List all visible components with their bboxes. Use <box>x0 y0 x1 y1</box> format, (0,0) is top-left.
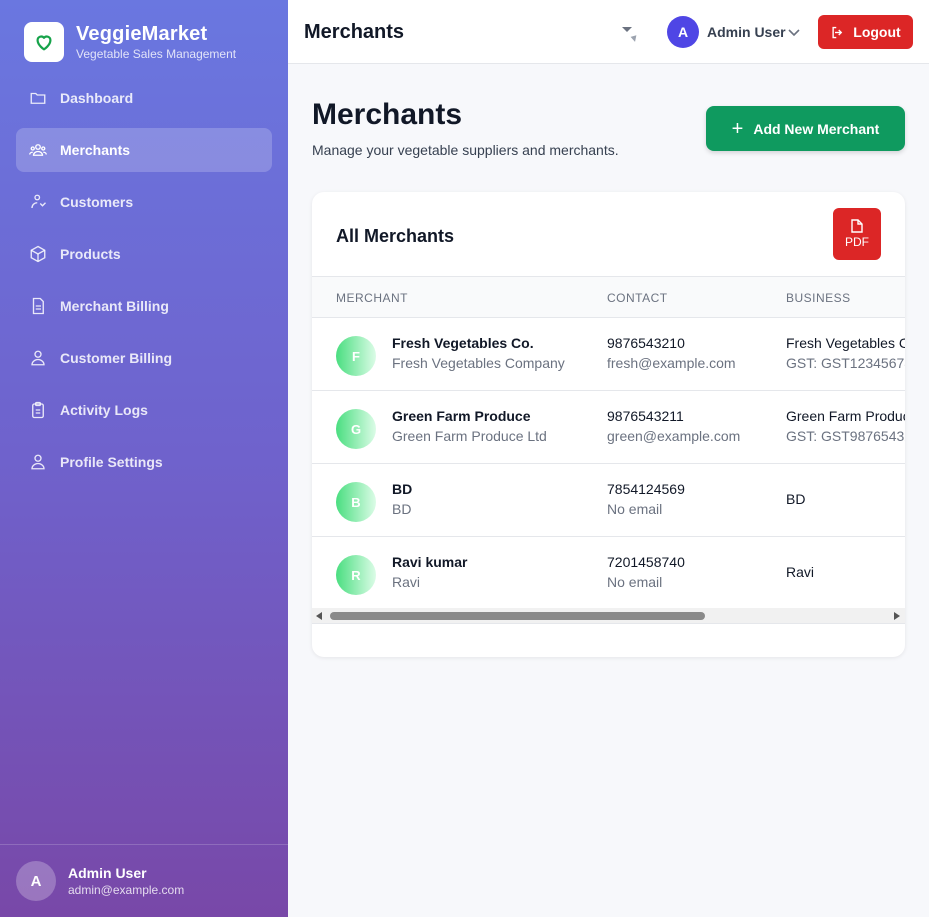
merchant-name: BD <box>392 481 413 497</box>
merchant-phone: 9876543211 <box>607 408 684 424</box>
logout-button[interactable]: Logout <box>818 15 913 49</box>
document-icon <box>28 296 48 316</box>
merchant-email: fresh@example.com <box>607 355 736 371</box>
merchant-company: Ravi <box>392 574 421 590</box>
sidebar-item-label: Customers <box>60 194 134 210</box>
table-row[interactable]: R Ravi kumar Ravi 7201458740 No email Ra… <box>312 537 905 608</box>
merchant-name: Ravi kumar <box>392 554 468 570</box>
export-pdf-button[interactable]: PDF <box>833 208 881 260</box>
sidebar-item-profile-settings[interactable]: Profile Settings <box>16 440 272 484</box>
sidebar-item-label: Products <box>60 246 121 262</box>
sidebar-user-email: admin@example.com <box>68 883 185 897</box>
sidebar-item-products[interactable]: Products <box>16 232 272 276</box>
merchant-avatar: R <box>336 555 376 595</box>
sidebar-item-label: Profile Settings <box>60 454 163 470</box>
user-menu-name[interactable]: Admin User <box>707 24 786 40</box>
horizontal-scrollbar[interactable] <box>312 608 905 624</box>
merchant-phone: 7854124569 <box>607 481 685 497</box>
sidebar-item-label: Merchants <box>60 142 131 158</box>
avatar: A <box>16 861 56 901</box>
sidebar-user-name: Admin User <box>68 865 147 881</box>
page-title: Merchants <box>312 98 463 131</box>
card-header: All Merchants PDF <box>312 192 905 277</box>
brand-title: VeggieMarket <box>76 23 208 45</box>
user-icon <box>28 452 48 472</box>
filter-icon[interactable] <box>620 24 640 44</box>
column-header-contact[interactable]: CONTACT <box>607 291 668 305</box>
scroll-left-arrow-icon[interactable] <box>316 612 322 620</box>
brand[interactable]: VeggieMarket Vegetable Sales Management <box>24 22 236 62</box>
add-merchant-button[interactable]: + Add New Merchant <box>706 106 905 151</box>
sidebar-item-label: Dashboard <box>60 90 134 106</box>
merchant-company: Fresh Vegetables Company <box>392 355 565 371</box>
user-icon <box>28 348 48 368</box>
table-row[interactable]: F Fresh Vegetables Co. Fresh Vegetables … <box>312 318 905 391</box>
merchant-company: Green Farm Produce Ltd <box>392 428 547 444</box>
merchant-company: BD <box>392 501 412 517</box>
sidebar-item-dashboard[interactable]: Dashboard <box>16 76 272 120</box>
topbar: Merchants A Admin User Logout <box>288 0 929 64</box>
sidebar-item-customer-billing[interactable]: Customer Billing <box>16 336 272 380</box>
table-row[interactable]: G Green Farm Produce Green Farm Produce … <box>312 391 905 464</box>
table-header: MERCHANT CONTACT BUSINESS <box>312 277 905 318</box>
brand-subtitle: Vegetable Sales Management <box>76 47 237 61</box>
sidebar: VeggieMarket Vegetable Sales Management … <box>0 0 288 917</box>
sidebar-item-merchants[interactable]: Merchants <box>16 128 272 172</box>
scrollbar-thumb[interactable] <box>330 612 705 620</box>
merchant-gst: GST: GST987654321 <box>786 428 905 444</box>
page-subtitle: Manage your vegetable suppliers and merc… <box>312 142 619 158</box>
merchant-email: green@example.com <box>607 428 741 444</box>
folder-icon <box>28 88 48 108</box>
file-icon <box>851 219 863 233</box>
chevron-down-icon[interactable] <box>787 25 801 39</box>
avatar[interactable]: A <box>667 16 699 48</box>
column-header-business[interactable]: BUSINESS <box>786 291 851 305</box>
pdf-label: PDF <box>845 235 869 249</box>
card-title: All Merchants <box>336 226 455 246</box>
topbar-title: Merchants <box>304 21 405 43</box>
sidebar-nav: Dashboard Merchants Customers Products M… <box>16 76 272 492</box>
merchant-business: Green Farm Produce <box>786 408 905 424</box>
sidebar-item-merchant-billing[interactable]: Merchant Billing <box>16 284 272 328</box>
sidebar-item-label: Activity Logs <box>60 402 148 418</box>
merchant-business: Fresh Vegetables Co. <box>786 335 905 351</box>
merchant-business: Ravi <box>786 564 815 580</box>
merchant-avatar: F <box>336 336 376 376</box>
merchant-email: No email <box>607 574 663 590</box>
cube-icon <box>28 244 48 264</box>
heart-icon <box>24 22 64 62</box>
merchant-name: Green Farm Produce <box>392 408 531 424</box>
column-header-merchant[interactable]: MERCHANT <box>336 291 408 305</box>
clipboard-icon <box>28 400 48 420</box>
merchant-avatar: G <box>336 409 376 449</box>
merchant-phone: 7201458740 <box>607 554 685 570</box>
merchant-name: Fresh Vegetables Co. <box>392 335 534 351</box>
add-merchant-label: Add New Merchant <box>753 120 880 137</box>
table-row[interactable]: B BD BD 7854124569 No email BD <box>312 464 905 537</box>
scroll-right-arrow-icon[interactable] <box>894 612 900 620</box>
users-group-icon <box>28 140 48 160</box>
merchant-phone: 9876543210 <box>607 335 685 351</box>
logout-label: Logout <box>853 24 901 40</box>
sidebar-user-panel[interactable]: A Admin User admin@example.com <box>0 844 288 917</box>
merchant-gst: GST: GST123456789 <box>786 355 905 371</box>
merchant-email: No email <box>607 501 663 517</box>
merchant-business: BD <box>786 491 806 507</box>
sidebar-item-label: Merchant Billing <box>60 298 169 314</box>
sidebar-item-label: Customer Billing <box>60 350 173 366</box>
logout-icon <box>832 26 843 38</box>
merchant-avatar: B <box>336 482 376 522</box>
merchants-card: All Merchants PDF MERCHANT CONTACT BUSIN… <box>312 192 905 657</box>
sidebar-item-customers[interactable]: Customers <box>16 180 272 224</box>
plus-icon: + <box>731 117 744 140</box>
user-hand-icon <box>28 192 48 212</box>
sidebar-item-activity-logs[interactable]: Activity Logs <box>16 388 272 432</box>
